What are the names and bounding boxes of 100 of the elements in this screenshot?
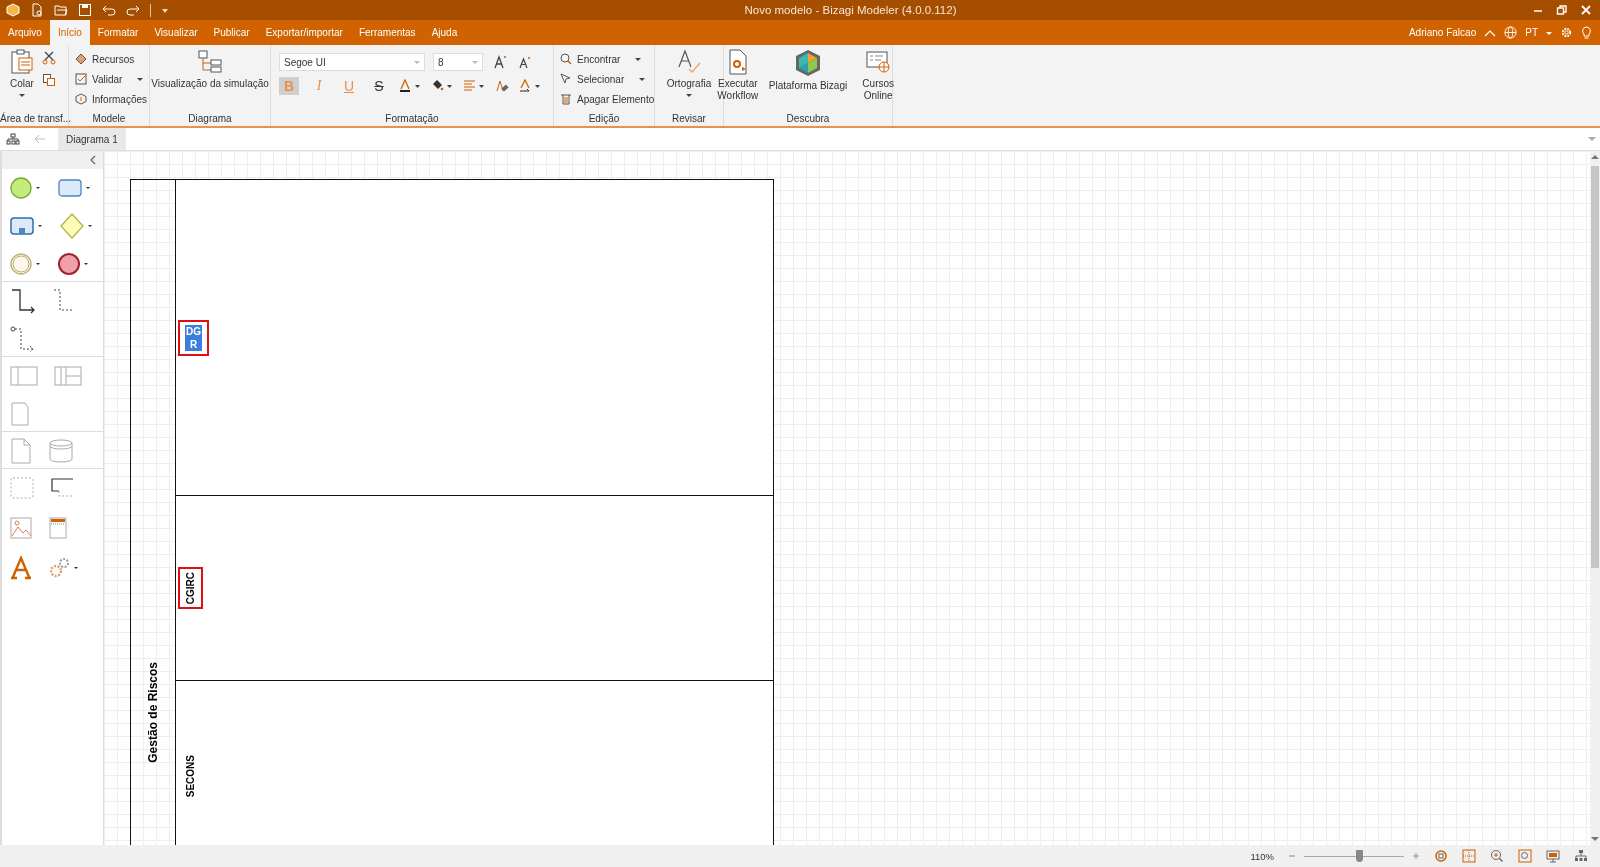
document-gear-icon [726,49,749,75]
annotation-icon[interactable] [50,477,74,499]
copy-icon[interactable] [42,73,56,87]
group-label: Edição [587,112,621,126]
fit-width-icon[interactable] [1462,849,1476,863]
monitor-globe-icon [865,49,892,75]
diagram-overview-icon[interactable] [6,133,20,145]
tab-list-caret-icon[interactable] [1588,136,1596,142]
menu-tab[interactable]: Exportar/importar [257,20,351,45]
image-icon[interactable] [10,517,32,539]
menu-tab[interactable]: Ajuda [423,20,466,45]
customize-caret-icon[interactable] [161,6,169,14]
zoom-in-icon[interactable] [1412,852,1420,860]
restore-icon[interactable] [1556,4,1568,16]
font-color-icon[interactable] [399,79,421,93]
header-shape-icon[interactable] [48,516,68,540]
sequence-flow-icon[interactable] [10,288,36,314]
hexagon-logo-icon [795,49,821,77]
fit-page-icon[interactable] [1434,849,1448,863]
close-icon[interactable] [1580,4,1592,16]
menu-tab[interactable]: Arquivo [0,20,50,45]
cursor-icon [560,73,572,85]
group-label: Formatação [384,112,440,126]
resources-button[interactable]: Recursos [75,51,145,67]
lane-label-frame[interactable]: DGR [178,319,209,356]
menu-tab[interactable]: Formatar [89,20,147,45]
align-icon[interactable] [463,79,485,93]
grow-font-icon[interactable] [493,55,507,69]
search-icon [560,53,572,65]
caret-icon [635,56,642,62]
find-button[interactable]: Encontrar [560,51,650,67]
lane-label-frame[interactable]: SECONS [178,749,203,803]
caret-icon [414,59,420,65]
hexagon-info-icon [75,93,87,105]
fill-bucket-icon[interactable] [431,79,453,93]
run-workflow-button[interactable]: Executar Workflow [712,49,763,112]
gears-icon[interactable] [48,556,80,580]
zoom-slider-thumb[interactable] [1356,849,1363,862]
caret-icon [137,76,144,82]
simulation-view-button[interactable]: Visualização da simulação [149,49,271,112]
end-event-icon[interactable] [58,252,90,276]
scroll-down-icon[interactable] [1591,836,1599,842]
bizagi-platform-button[interactable]: Plataforma Bizagi [766,49,850,112]
flow-diagram-icon [197,49,223,75]
lane-label-frame[interactable]: CGIRC [178,566,203,610]
undo-icon[interactable] [102,3,116,17]
validate-button[interactable]: Validar [75,71,145,87]
group-label: Modele [91,112,127,126]
caret-icon [686,93,692,98]
language-selector[interactable]: PT [1525,27,1538,38]
online-courses-button[interactable]: Cursos Online [853,49,904,112]
caret-icon [639,76,646,82]
window-title: Novo modelo - Bizagi Modeler (4.0.0.112) [743,4,958,16]
gateway-icon[interactable] [60,213,94,239]
menu-tab[interactable]: Início [49,20,90,45]
save-icon[interactable] [78,3,92,17]
menu-tab[interactable]: Visualizar [146,20,206,45]
lightbulb-icon[interactable] [1581,25,1592,40]
subprocess-icon[interactable] [10,214,44,238]
collapse-icon[interactable] [89,155,97,165]
caret-icon [472,59,478,65]
new-document-icon[interactable] [30,3,44,17]
caret-icon [19,93,25,98]
font-size-dropdown[interactable]: 8 [433,53,483,71]
scroll-up-icon[interactable] [1591,154,1599,160]
presentation-icon[interactable] [1546,849,1560,863]
zoom-magnifier-icon[interactable] [1490,849,1504,863]
format-toggle[interactable]: S [369,77,389,95]
lane-label: CGIRC [185,571,196,605]
information-button[interactable]: Informações [75,91,145,107]
data-store-icon[interactable] [48,438,74,464]
text-tool-icon[interactable] [10,556,32,580]
spelling-button[interactable]: Ortografia [664,49,714,112]
lane-label-editor[interactable]: DGR [185,324,202,351]
eraser-icon[interactable] [495,79,509,93]
start-event-icon[interactable] [10,176,42,200]
group-label: Revisar [671,112,707,126]
zoom-area-icon[interactable] [1518,849,1532,863]
intermediate-event-icon[interactable] [10,252,42,276]
globe-icon[interactable] [1504,26,1518,39]
redo-icon[interactable] [126,3,140,17]
overview-icon[interactable] [1574,849,1588,863]
spellcheck-icon [676,49,702,75]
diagram-tab[interactable]: Diagrama 1 [58,128,126,150]
select-button[interactable]: Selecionar [560,71,650,87]
group-label: Diagrama [187,112,233,126]
user-name[interactable]: Adriano Falcao [1408,27,1477,38]
menu-tab[interactable]: Publicar [205,20,258,45]
app-logo-icon [6,3,20,17]
caret-icon[interactable] [1546,29,1552,36]
cut-icon[interactable] [42,51,56,65]
text-color-icon[interactable] [519,79,541,93]
task-shape-icon[interactable] [58,176,92,200]
open-folder-icon[interactable] [54,3,68,17]
message-flow-icon[interactable] [10,326,36,352]
settings-icon[interactable] [1560,26,1573,39]
paste-button[interactable]: Colar [8,49,36,112]
shrink-font-icon[interactable] [517,55,531,69]
font-family-dropdown[interactable]: Segoe UI [279,53,425,71]
menu-tab[interactable]: Ferramentas [350,20,424,45]
